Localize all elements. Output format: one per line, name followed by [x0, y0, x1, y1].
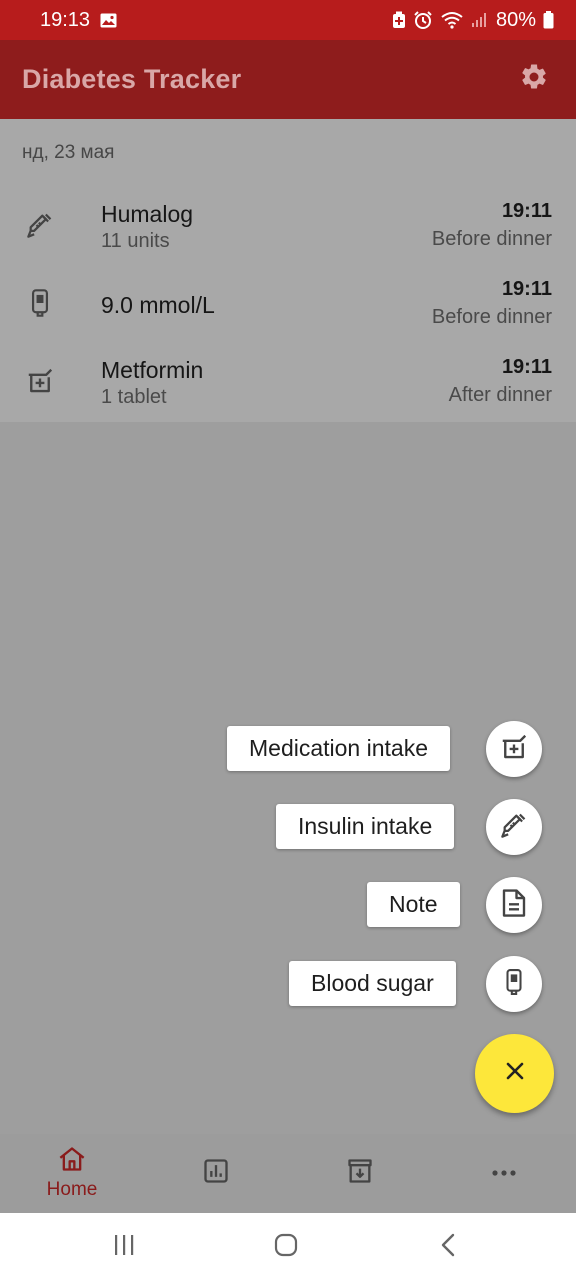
entry-meal: Before dinner: [431, 306, 552, 328]
back-button[interactable]: [428, 1231, 468, 1263]
entry-title: 9.0 mmol/L: [101, 292, 215, 318]
gallery-icon: [100, 13, 117, 28]
archive-icon: [346, 1157, 374, 1190]
blood-sugar-label[interactable]: Blood sugar: [289, 961, 456, 1006]
nav-archive[interactable]: [288, 1134, 432, 1213]
signal-icon: [471, 12, 489, 28]
entry-time: 19:11: [501, 278, 552, 300]
bottom-navigation: Home: [0, 1134, 576, 1213]
chart-icon: [202, 1157, 230, 1190]
entries-list: нд, 23 мая Humalog 11 units 19:11 Before…: [0, 119, 576, 422]
nav-more[interactable]: [432, 1134, 576, 1213]
entry-time: 19:11: [501, 356, 552, 378]
note-icon: [501, 888, 527, 923]
more-icon: [490, 1165, 518, 1183]
system-navigation-bar: [0, 1213, 576, 1280]
entry-title: Humalog: [101, 201, 194, 227]
date-header: нд, 23 мая: [22, 142, 115, 163]
medication-intake-button[interactable]: [486, 721, 542, 777]
insulin-intake-label[interactable]: Insulin intake: [276, 804, 455, 849]
entry-time: 19:11: [501, 200, 552, 222]
app-title: Diabetes Tracker: [22, 64, 242, 94]
wifi-icon: [440, 11, 464, 29]
settings-button[interactable]: [514, 60, 554, 100]
blood-sugar-button[interactable]: [486, 956, 542, 1012]
home-icon: [58, 1146, 86, 1177]
note-label[interactable]: Note: [367, 882, 460, 927]
medication-intake-label[interactable]: Medication intake: [227, 726, 450, 771]
nav-statistics[interactable]: [144, 1134, 288, 1213]
list-item[interactable]: Metformin 1 tablet 19:11 After dinner: [0, 353, 576, 431]
note-button[interactable]: [486, 877, 542, 933]
glucometer-icon: [24, 287, 56, 319]
home-circle-icon: [274, 1233, 298, 1262]
nav-home[interactable]: Home: [0, 1134, 144, 1213]
entry-subtitle: 11 units: [101, 230, 170, 252]
status-bar: 19:13 80%: [0, 0, 576, 40]
recents-icon: [112, 1234, 136, 1261]
status-time: 19:13: [40, 8, 91, 31]
syringe-icon: [500, 811, 528, 844]
app-bar: Diabetes Tracker: [0, 40, 576, 119]
battery-saver-icon: [392, 11, 406, 29]
entry-meal: Before dinner: [431, 228, 552, 250]
glucometer-icon: [501, 967, 527, 1002]
list-item[interactable]: 9.0 mmol/L 19:11 Before dinner: [0, 275, 576, 353]
close-speed-dial-button[interactable]: [475, 1034, 554, 1113]
back-icon: [440, 1233, 456, 1262]
medication-icon: [499, 732, 529, 767]
syringe-icon: [24, 209, 56, 241]
list-item[interactable]: Humalog 11 units 19:11 Before dinner: [0, 197, 576, 275]
battery-icon: [543, 11, 554, 29]
recents-button[interactable]: [104, 1231, 144, 1263]
system-home-button[interactable]: [266, 1231, 306, 1263]
entry-meal: After dinner: [448, 384, 552, 406]
alarm-icon: [413, 10, 433, 30]
entry-subtitle: 1 tablet: [101, 386, 167, 408]
insulin-intake-button[interactable]: [486, 799, 542, 855]
gear-icon: [519, 62, 549, 97]
battery-percent: 80%: [495, 8, 536, 31]
medication-icon: [24, 365, 56, 397]
nav-home-label: Home: [46, 1179, 98, 1200]
entry-title: Metformin: [101, 357, 204, 383]
close-icon: [506, 1062, 524, 1085]
